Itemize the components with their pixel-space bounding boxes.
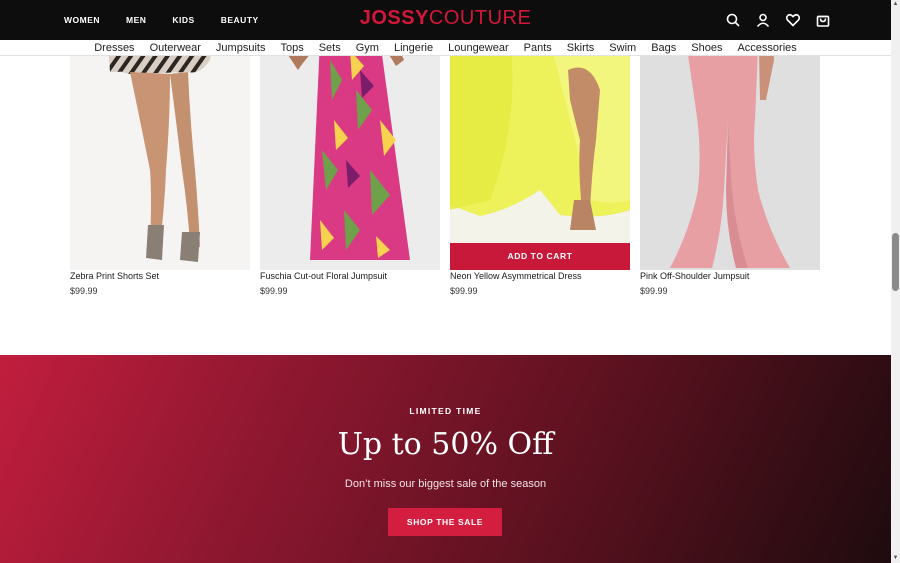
heart-icon[interactable] [785,12,801,28]
promo-kicker: LIMITED TIME [409,406,482,416]
category-lingerie[interactable]: Lingerie [394,42,433,54]
bag-icon[interactable] [815,12,831,28]
site-header: WOMEN MEN KIDS BEAUTY JOSSYCOUTURE [0,0,891,40]
product-name[interactable]: Pink Off-Shoulder Jumpsuit [640,271,749,281]
scrollbar-thumb[interactable] [892,233,899,291]
category-loungewear[interactable]: Loungewear [448,42,509,54]
category-swim[interactable]: Swim [609,42,636,54]
product-price: $99.99 [70,286,98,296]
product-price: $99.99 [450,286,478,296]
category-shoes[interactable]: Shoes [691,42,722,54]
promo-subtext: Don’t miss our biggest sale of the seaso… [344,478,547,490]
category-gym[interactable]: Gym [356,42,379,54]
scroll-up-arrow-icon[interactable]: ▲ [891,0,900,9]
category-nav: Dresses Outerwear Jumpsuits Tops Sets Gy… [0,40,891,56]
scroll-down-arrow-icon[interactable]: ▼ [891,554,900,563]
category-pants[interactable]: Pants [524,42,552,54]
header-icons [711,12,831,28]
product-name[interactable]: Fuschia Cut-out Floral Jumpsuit [260,271,387,281]
category-outerwear[interactable]: Outerwear [150,42,201,54]
logo-part-2: COUTURE [428,7,532,29]
add-to-cart-button[interactable]: ADD TO CART [450,243,630,270]
category-bags[interactable]: Bags [651,42,676,54]
product-price: $99.99 [640,286,668,296]
category-jumpsuits[interactable]: Jumpsuits [216,42,266,54]
sale-banner: LIMITED TIME Up to 50% Off Don’t miss ou… [0,355,891,563]
category-tops[interactable]: Tops [280,42,303,54]
category-accessories[interactable]: Accessories [737,42,796,54]
category-sets[interactable]: Sets [319,42,341,54]
category-dresses[interactable]: Dresses [94,42,134,54]
shop-sale-button[interactable]: SHOP THE SALE [388,508,502,536]
product-price: $99.99 [260,286,288,296]
user-icon[interactable] [755,12,771,28]
product-name[interactable]: Neon Yellow Asymmetrical Dress [450,271,582,281]
product-name[interactable]: Zebra Print Shorts Set [70,271,159,281]
promo-headline: Up to 50% Off [337,427,554,462]
page-scrollbar[interactable]: ▲ ▼ [891,0,900,563]
search-icon[interactable] [725,12,741,28]
logo-part-1: JOSSY [359,7,429,29]
category-skirts[interactable]: Skirts [567,42,595,54]
